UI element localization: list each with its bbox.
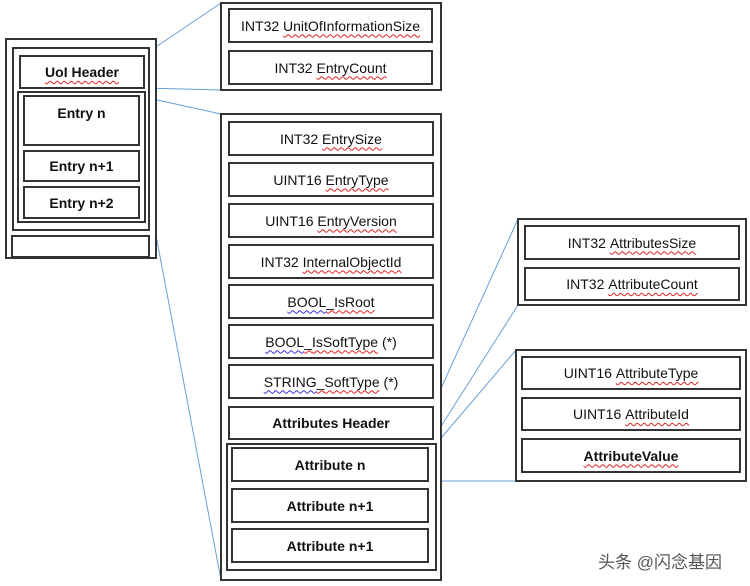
field-box: INT32 AttributesSize xyxy=(524,225,740,260)
field-type: INT32 xyxy=(260,253,299,270)
field-name: AttributeId xyxy=(625,406,689,422)
field-box: UINT16 AttributeType xyxy=(521,356,741,390)
attributes-header-box: Attributes Header xyxy=(228,406,434,440)
connector-attrheader-bottom xyxy=(432,304,519,440)
field-type: UINT16 xyxy=(273,171,322,188)
field-box: BOOL _ IsSoftType (*) xyxy=(228,324,434,359)
field-name: Attribute n+1 xyxy=(286,537,374,554)
field-name: IsRoot xyxy=(334,293,375,310)
field-box: INT32 AttributeCount xyxy=(524,267,740,301)
attribute-box: Attribute n xyxy=(231,447,429,482)
uoi-header-label: UoI Header xyxy=(45,64,119,80)
field-name: AttributeCount xyxy=(608,276,698,292)
field-suffix: (*) xyxy=(383,373,399,390)
field-name: AttributeValue xyxy=(583,447,679,464)
field-name: EntryVersion xyxy=(317,212,397,229)
watermark: 头条 @闪念基因 xyxy=(598,553,722,572)
attribute-box: Attribute n+1 xyxy=(231,528,429,563)
field-name: AttributesSize xyxy=(609,234,697,251)
entry-label: Entry n xyxy=(57,105,106,121)
entry-box: Entry n xyxy=(23,95,140,146)
entry-label: Entry n+2 xyxy=(49,194,114,211)
field-box: AttributeValue xyxy=(521,438,741,473)
uoi-header-box: UoI Header xyxy=(19,55,145,89)
field-suffix: (*) xyxy=(381,333,397,350)
field-type: BOOL xyxy=(265,333,305,350)
field-box: INT32 EntryCount xyxy=(228,50,433,85)
field-name: EntrySize xyxy=(322,130,382,147)
field-type: UINT16 xyxy=(573,406,622,422)
field-name: SoftType xyxy=(324,373,380,390)
entry-box: Entry n+2 xyxy=(23,186,140,219)
field-type: INT32 xyxy=(566,276,605,292)
field-type: INT32 xyxy=(280,130,319,147)
entry-box: Entry n+1 xyxy=(23,150,140,182)
field-box: UINT16 AttributeId xyxy=(521,397,741,431)
field-type: UINT16 xyxy=(563,365,612,381)
field-box: INT32 InternalObjectId xyxy=(228,244,434,279)
field-type: INT32 xyxy=(241,17,280,34)
field-name: Attributes Header xyxy=(272,415,390,431)
connector-attrheader-top xyxy=(432,218,519,407)
field-box: UINT16 EntryType xyxy=(228,162,434,197)
field-type: UINT16 xyxy=(265,212,314,229)
entry-label: Entry n+1 xyxy=(49,158,114,174)
field-box: UINT16 EntryVersion xyxy=(228,203,434,238)
field-box: STRING _ SoftType (*) xyxy=(228,364,434,399)
field-type: BOOL xyxy=(287,293,327,310)
field-box: BOOL _ IsRoot xyxy=(228,284,434,319)
field-name: Attribute n xyxy=(294,456,366,473)
field-name: Attribute n+1 xyxy=(286,497,374,514)
field-name: IsSoftType xyxy=(311,333,379,350)
field-name: EntryType xyxy=(325,171,389,188)
field-box: INT32 EntrySize xyxy=(228,121,434,156)
connector-attribute-top xyxy=(435,349,517,445)
field-name: InternalObjectId xyxy=(302,253,402,270)
field-type: INT32 xyxy=(274,59,313,76)
field-name: AttributeType xyxy=(615,365,699,381)
field-type: INT32 xyxy=(567,234,606,251)
attribute-box: Attribute n+1 xyxy=(231,488,429,523)
field-name: UnitOfInformationSize xyxy=(283,17,420,34)
field-name: EntryCount xyxy=(316,59,387,76)
uoi-footer-box xyxy=(11,235,150,258)
field-box: INT32 UnitOfInformationSize xyxy=(228,8,433,43)
field-type: STRING xyxy=(263,373,317,390)
